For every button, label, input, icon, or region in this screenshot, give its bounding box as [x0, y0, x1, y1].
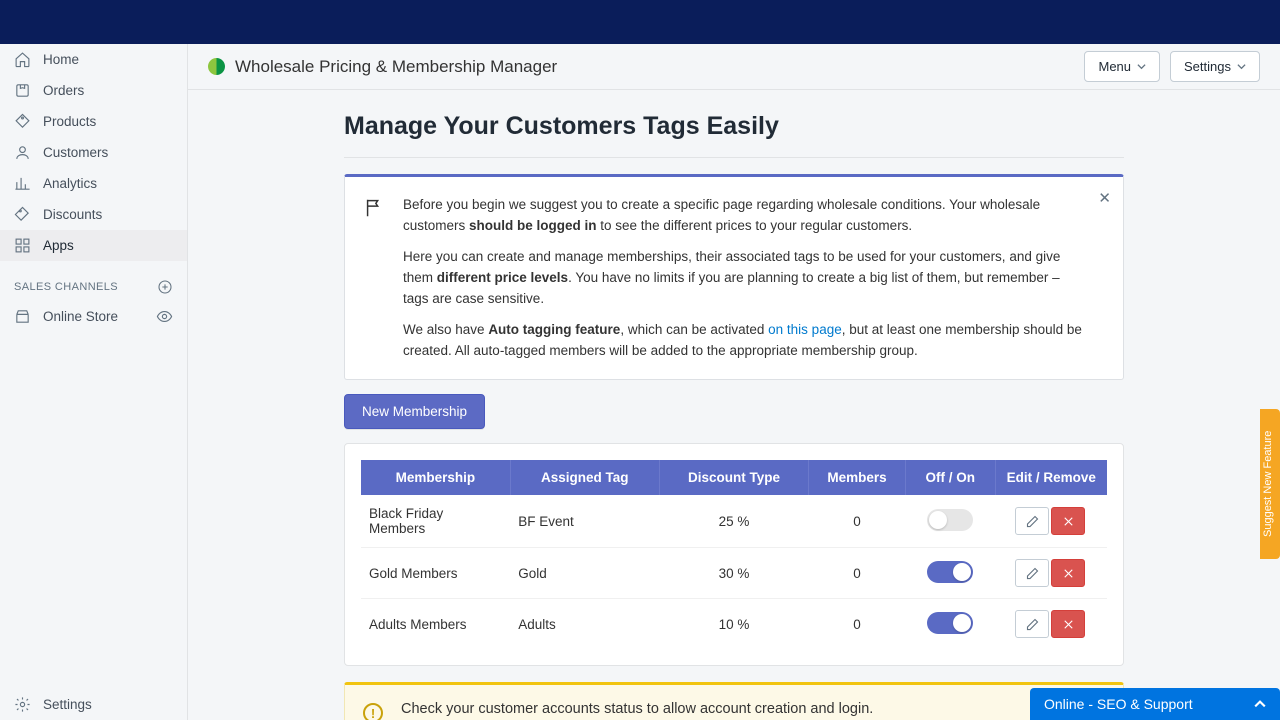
nav-label: Customers: [43, 145, 108, 160]
support-label: Online - SEO & Support: [1044, 696, 1193, 712]
th-toggle: Off / On: [906, 460, 996, 495]
menu-label: Menu: [1098, 59, 1131, 74]
memberships-table: Membership Assigned Tag Discount Type Me…: [361, 460, 1107, 649]
toggle-switch[interactable]: [927, 612, 973, 634]
th-discount: Discount Type: [659, 460, 808, 495]
nav-settings[interactable]: Settings: [0, 689, 187, 720]
eye-icon[interactable]: [156, 308, 173, 325]
cell-tag: Gold: [510, 548, 659, 599]
cell-discount: 30 %: [659, 548, 808, 599]
nav-customers[interactable]: Customers: [0, 137, 187, 168]
cell-members: 0: [809, 495, 906, 548]
chart-icon: [14, 175, 31, 192]
chevron-up-icon: [1254, 698, 1266, 710]
toggle-switch[interactable]: [927, 509, 973, 531]
cell-members: 0: [809, 599, 906, 650]
home-icon: [14, 51, 31, 68]
top-bar: [0, 0, 1280, 44]
separator: [344, 157, 1124, 158]
auto-tag-link[interactable]: on this page: [768, 322, 842, 337]
nav-products[interactable]: Products: [0, 106, 187, 137]
nav-label: Settings: [43, 697, 92, 712]
th-tag: Assigned Tag: [510, 460, 659, 495]
chevron-down-icon: [1237, 62, 1246, 71]
warning-message: Check your customer accounts status to a…: [401, 701, 873, 717]
delete-button[interactable]: [1051, 559, 1085, 587]
nav-home[interactable]: Home: [0, 44, 187, 75]
tag-icon: [14, 113, 31, 130]
apps-icon: [14, 237, 31, 254]
cell-membership: Gold Members: [361, 548, 510, 599]
table-row: Adults MembersAdults10 %0: [361, 599, 1107, 650]
app-logo: [208, 58, 225, 75]
delete-button[interactable]: [1051, 610, 1085, 638]
new-membership-button[interactable]: New Membership: [344, 394, 485, 429]
delete-button[interactable]: [1051, 507, 1085, 535]
nav-apps[interactable]: Apps: [0, 230, 187, 261]
cell-membership: Black Friday Members: [361, 495, 510, 548]
edit-button[interactable]: [1015, 610, 1049, 638]
toggle-switch[interactable]: [927, 561, 973, 583]
nav-analytics[interactable]: Analytics: [0, 168, 187, 199]
close-icon[interactable]: ✕: [1098, 187, 1111, 210]
cell-tag: BF Event: [510, 495, 659, 548]
channel-label: Online Store: [43, 309, 118, 324]
th-actions: Edit / Remove: [995, 460, 1107, 495]
support-chat-bar[interactable]: Online - SEO & Support: [1030, 688, 1280, 720]
settings-button[interactable]: Settings: [1170, 51, 1260, 82]
channel-online-store[interactable]: Online Store: [0, 301, 187, 332]
th-members: Members: [809, 460, 906, 495]
table-row: Gold MembersGold30 %0: [361, 548, 1107, 599]
nav-label: Home: [43, 52, 79, 67]
app-title: Wholesale Pricing & Membership Manager: [235, 57, 557, 77]
cell-tag: Adults: [510, 599, 659, 650]
orders-icon: [14, 82, 31, 99]
store-icon: [14, 308, 31, 325]
nav-label: Orders: [43, 83, 84, 98]
cell-membership: Adults Members: [361, 599, 510, 650]
sidebar: Home Orders Products Customers Analytics…: [0, 44, 188, 720]
memberships-table-card: Membership Assigned Tag Discount Type Me…: [344, 443, 1124, 666]
page-title: Manage Your Customers Tags Easily: [344, 112, 1124, 141]
info-banner: Before you begin we suggest you to creat…: [344, 174, 1124, 380]
nav-discounts[interactable]: Discounts: [0, 199, 187, 230]
cell-discount: 25 %: [659, 495, 808, 548]
warning-banner: ! Check your customer accounts status to…: [344, 682, 1124, 720]
user-icon: [14, 144, 31, 161]
nav-label: Analytics: [43, 176, 97, 191]
discount-icon: [14, 206, 31, 223]
menu-button[interactable]: Menu: [1084, 51, 1160, 82]
nav-orders[interactable]: Orders: [0, 75, 187, 106]
cell-discount: 10 %: [659, 599, 808, 650]
th-membership: Membership: [361, 460, 510, 495]
edit-button[interactable]: [1015, 559, 1049, 587]
gear-icon: [14, 696, 31, 713]
add-channel-icon[interactable]: [157, 279, 173, 295]
channels-header-label: SALES CHANNELS: [14, 281, 118, 293]
edit-button[interactable]: [1015, 507, 1049, 535]
chevron-down-icon: [1137, 62, 1146, 71]
main: Wholesale Pricing & Membership Manager M…: [188, 44, 1280, 720]
table-row: Black Friday MembersBF Event25 %0: [361, 495, 1107, 548]
settings-label: Settings: [1184, 59, 1231, 74]
nav-label: Products: [43, 114, 96, 129]
cell-members: 0: [809, 548, 906, 599]
app-header: Wholesale Pricing & Membership Manager M…: [188, 44, 1280, 90]
nav-label: Apps: [43, 238, 74, 253]
warning-icon: !: [363, 703, 383, 720]
channels-header: SALES CHANNELS: [0, 261, 187, 301]
suggest-feature-tab[interactable]: Suggest New Feature: [1260, 409, 1280, 559]
flag-icon: [363, 197, 385, 361]
nav-label: Discounts: [43, 207, 102, 222]
